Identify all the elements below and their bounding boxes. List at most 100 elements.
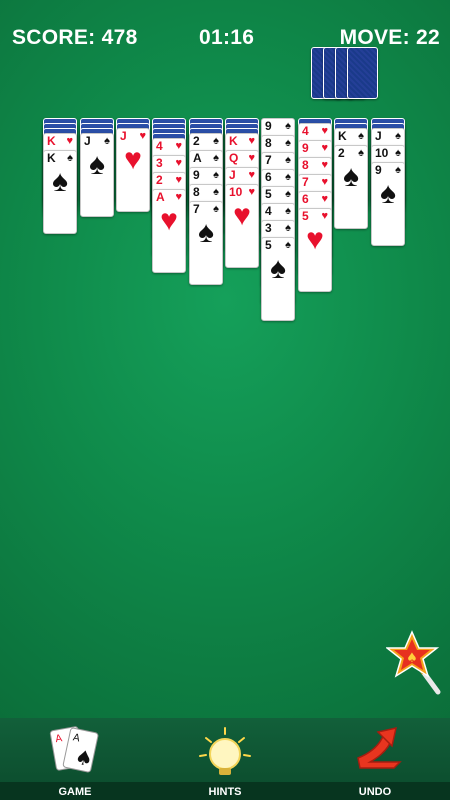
undo-button[interactable]: UNDO: [330, 718, 420, 800]
card-rank: K: [47, 151, 56, 165]
card-suit-icon: ♠: [285, 188, 291, 200]
card-rank: 5: [265, 187, 272, 201]
stock-pile[interactable]: [311, 47, 391, 99]
card-rank: 4: [302, 124, 309, 138]
card-rank: 3: [156, 156, 163, 170]
card-suit-icon: ♥: [248, 169, 255, 181]
stock-card-back[interactable]: [347, 47, 378, 99]
card-suit-icon: ♥: [248, 186, 255, 198]
hints-label: HINTS: [208, 786, 242, 798]
card-rank: 8: [265, 136, 272, 150]
card-suit-icon: ♥: [66, 135, 73, 147]
playing-card[interactable]: 5 ♠ ♠: [261, 237, 295, 321]
svg-text:♠: ♠: [406, 651, 418, 666]
card-suit-big-icon: ♥: [160, 204, 178, 237]
card-suit-icon: ♥: [175, 157, 182, 169]
card-rank: 7: [302, 175, 309, 189]
card-suit-icon: ♥: [175, 140, 182, 152]
playing-card[interactable]: 9 ♠ ♠: [371, 162, 405, 246]
card-rank: 6: [265, 170, 272, 184]
svg-text:♠: ♠: [73, 744, 96, 771]
card-suit-icon: ♠: [395, 164, 401, 176]
card-rank: 9: [375, 163, 382, 177]
card-rank: 5: [302, 209, 309, 223]
card-suit-icon: ♥: [248, 152, 255, 164]
cards-icon: A ♥ A ♠: [49, 726, 99, 773]
card-suit-big-icon: ♠: [198, 216, 214, 249]
card-suit-big-icon: ♥: [233, 199, 251, 232]
timer-label: 01:16: [199, 26, 255, 49]
playing-card[interactable]: J ♥ ♥: [116, 128, 150, 212]
hints-button[interactable]: HINTS: [180, 718, 270, 800]
game-button[interactable]: A ♥ A ♠ GAME: [30, 718, 120, 800]
card-rank: A: [193, 151, 202, 165]
card-rank: 9: [302, 141, 309, 155]
card-suit-icon: ♠: [395, 130, 401, 142]
card-rank: K: [229, 134, 238, 148]
card-rank: K: [47, 134, 56, 148]
card-suit-big-icon: ♠: [343, 160, 359, 193]
card-suit-icon: ♠: [285, 239, 291, 251]
card-suit-icon: ♠: [285, 154, 291, 166]
card-suit-icon: ♠: [213, 135, 219, 147]
undo-label: UNDO: [358, 786, 392, 798]
card-rank: J: [84, 134, 91, 148]
card-rank: 8: [193, 185, 200, 199]
card-suit-big-icon: ♠: [52, 165, 68, 198]
card-rank: J: [229, 168, 236, 182]
playing-card[interactable]: 10 ♥ ♥: [225, 184, 259, 268]
card-rank: 9: [193, 168, 200, 182]
playing-card[interactable]: 5 ♥ ♥: [298, 208, 332, 292]
card-suit-icon: ♠: [285, 222, 291, 234]
card-rank: K: [338, 129, 347, 143]
card-rank: 9: [265, 119, 272, 133]
card-rank: 4: [265, 204, 272, 218]
card-suit-icon: ♠: [285, 137, 291, 149]
card-rank: 10: [375, 146, 389, 160]
card-suit-icon: ♥: [248, 135, 255, 147]
card-suit-icon: ♥: [175, 174, 182, 186]
card-suit-icon: ♠: [285, 205, 291, 217]
card-suit-icon: ♠: [67, 152, 73, 164]
card-suit-icon: ♥: [321, 210, 328, 222]
playing-card[interactable]: J ♠ ♠: [80, 133, 114, 217]
playing-card[interactable]: K ♠ ♠: [43, 150, 77, 234]
card-rank: 2: [156, 173, 163, 187]
card-rank: 10: [229, 185, 243, 199]
card-suit-icon: ♠: [213, 152, 219, 164]
card-suit-icon: ♥: [321, 193, 328, 205]
playing-card[interactable]: 2 ♠ ♠: [334, 145, 368, 229]
card-suit-icon: ♥: [175, 191, 182, 203]
card-suit-icon: ♠: [104, 135, 110, 147]
card-suit-big-icon: ♥: [124, 143, 142, 176]
card-rank: J: [120, 129, 127, 143]
card-suit-icon: ♠: [285, 171, 291, 183]
card-suit-icon: ♥: [321, 125, 328, 137]
card-suit-icon: ♠: [213, 169, 219, 181]
card-rank: 6: [302, 192, 309, 206]
card-rank: Q: [229, 151, 239, 165]
card-rank: 8: [302, 158, 309, 172]
card-rank: 4: [156, 139, 163, 153]
card-suit-icon: ♥: [321, 176, 328, 188]
card-suit-icon: ♠: [395, 147, 401, 159]
playing-card[interactable]: A ♥ ♥: [152, 189, 186, 273]
card-suit-big-icon: ♠: [270, 252, 286, 285]
game-label: GAME: [58, 786, 92, 798]
card-rank: 2: [338, 146, 345, 160]
playing-card[interactable]: 7 ♠ ♠: [189, 201, 223, 285]
magic-wand-star-icon[interactable]: ♠: [384, 630, 442, 696]
card-suit-icon: ♠: [213, 186, 219, 198]
card-rank: 7: [265, 153, 272, 167]
footer-toolbar: A ♥ A ♠ GAME HINTS UNDO: [0, 718, 450, 800]
card-suit-big-icon: ♠: [89, 148, 105, 181]
card-suit-icon: ♠: [358, 130, 364, 142]
card-rank: J: [375, 129, 382, 143]
card-suit-icon: ♠: [213, 203, 219, 215]
card-rank: 2: [193, 134, 200, 148]
undo-arrow-icon: [357, 727, 402, 769]
card-suit-icon: ♥: [321, 142, 328, 154]
card-rank: 7: [193, 202, 200, 216]
card-suit-big-icon: ♠: [380, 177, 396, 210]
card-rank: A: [156, 190, 165, 204]
